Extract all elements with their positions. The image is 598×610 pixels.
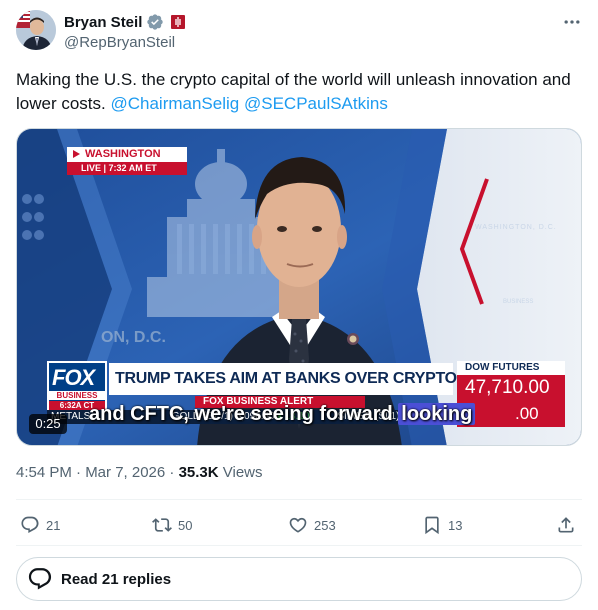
divider xyxy=(16,545,582,546)
read-replies-label: Read 21 replies xyxy=(61,570,172,588)
caption-text: and CFTC, we're seeing forward xyxy=(89,403,399,425)
repost-icon xyxy=(152,518,172,532)
bookmark-count: 13 xyxy=(448,517,463,533)
views-label: Views xyxy=(218,464,263,481)
author-name[interactable]: Bryan Steil xyxy=(64,14,142,31)
heart-icon xyxy=(289,517,307,533)
bookmark-icon xyxy=(425,516,439,535)
live-time-label: LIVE | 7:32 AM ET xyxy=(67,162,187,175)
more-options-icon[interactable] xyxy=(562,12,582,32)
logo-business-text: BUSINESS xyxy=(49,391,105,400)
repost-button[interactable]: 50 xyxy=(152,510,192,540)
caption-highlight: looking xyxy=(398,403,476,425)
dow-value: 47,710.00 xyxy=(457,375,565,401)
divider xyxy=(16,499,582,500)
tweet-text: Making the U.S. the crypto capital of th… xyxy=(16,68,576,116)
share-icon xyxy=(558,517,574,533)
action-bar: 21 50 253 13 xyxy=(16,510,582,540)
author-handle[interactable]: @RepBryanSteil xyxy=(64,34,186,51)
bookmark-button[interactable]: 13 xyxy=(422,510,462,540)
repost-count: 50 xyxy=(178,517,193,533)
studio-wall-text-2: BUSINESS xyxy=(503,299,534,305)
verified-badge-icon xyxy=(147,14,164,30)
like-button[interactable]: 253 xyxy=(288,510,336,540)
video-duration: 0:25 xyxy=(29,414,67,434)
mention-secpaulsatkins[interactable]: @SECPaulSAtkins xyxy=(244,94,388,113)
studio-wall-text: WASHINGTON, D.C. xyxy=(475,224,557,231)
backdrop-text: ON, D.C. xyxy=(101,329,166,346)
reply-button[interactable]: 21 xyxy=(20,510,60,540)
reply-bubble-icon xyxy=(28,568,52,590)
house-seal-icon xyxy=(171,15,186,29)
location-label: WASHINGTON xyxy=(67,147,187,162)
dow-label: DOW FUTURES xyxy=(457,361,565,375)
reply-count: 21 xyxy=(46,517,61,533)
tweet-meta: 4:54 PM · Mar 7, 2026 · 35.3K Views xyxy=(16,464,263,481)
video-player[interactable]: WASHINGTON LIVE | 7:32 AM ET WASHINGTON,… xyxy=(16,128,582,446)
tweet-timestamp[interactable]: 4:54 PM · Mar 7, 2026 · xyxy=(16,464,179,481)
like-count: 253 xyxy=(314,517,336,533)
headline-chyron: TRUMP TAKES AIM AT BANKS OVER CRYPTO BIL… xyxy=(109,363,550,395)
location-bug: WASHINGTON LIVE | 7:32 AM ET xyxy=(67,147,187,177)
logo-fox-text: FOX xyxy=(52,365,95,390)
read-replies-button[interactable]: Read 21 replies xyxy=(16,557,582,601)
reply-icon xyxy=(21,516,39,534)
avatar[interactable] xyxy=(16,10,56,50)
mention-chairmanselig[interactable]: @ChairmanSelig xyxy=(110,94,239,113)
views-count: 35.3K xyxy=(178,464,219,481)
video-caption: and CFTC, we're seeing forward looking xyxy=(89,403,476,427)
tweet-header: Bryan Steil @RepBryanSteil xyxy=(16,10,582,54)
share-button[interactable] xyxy=(556,510,576,540)
